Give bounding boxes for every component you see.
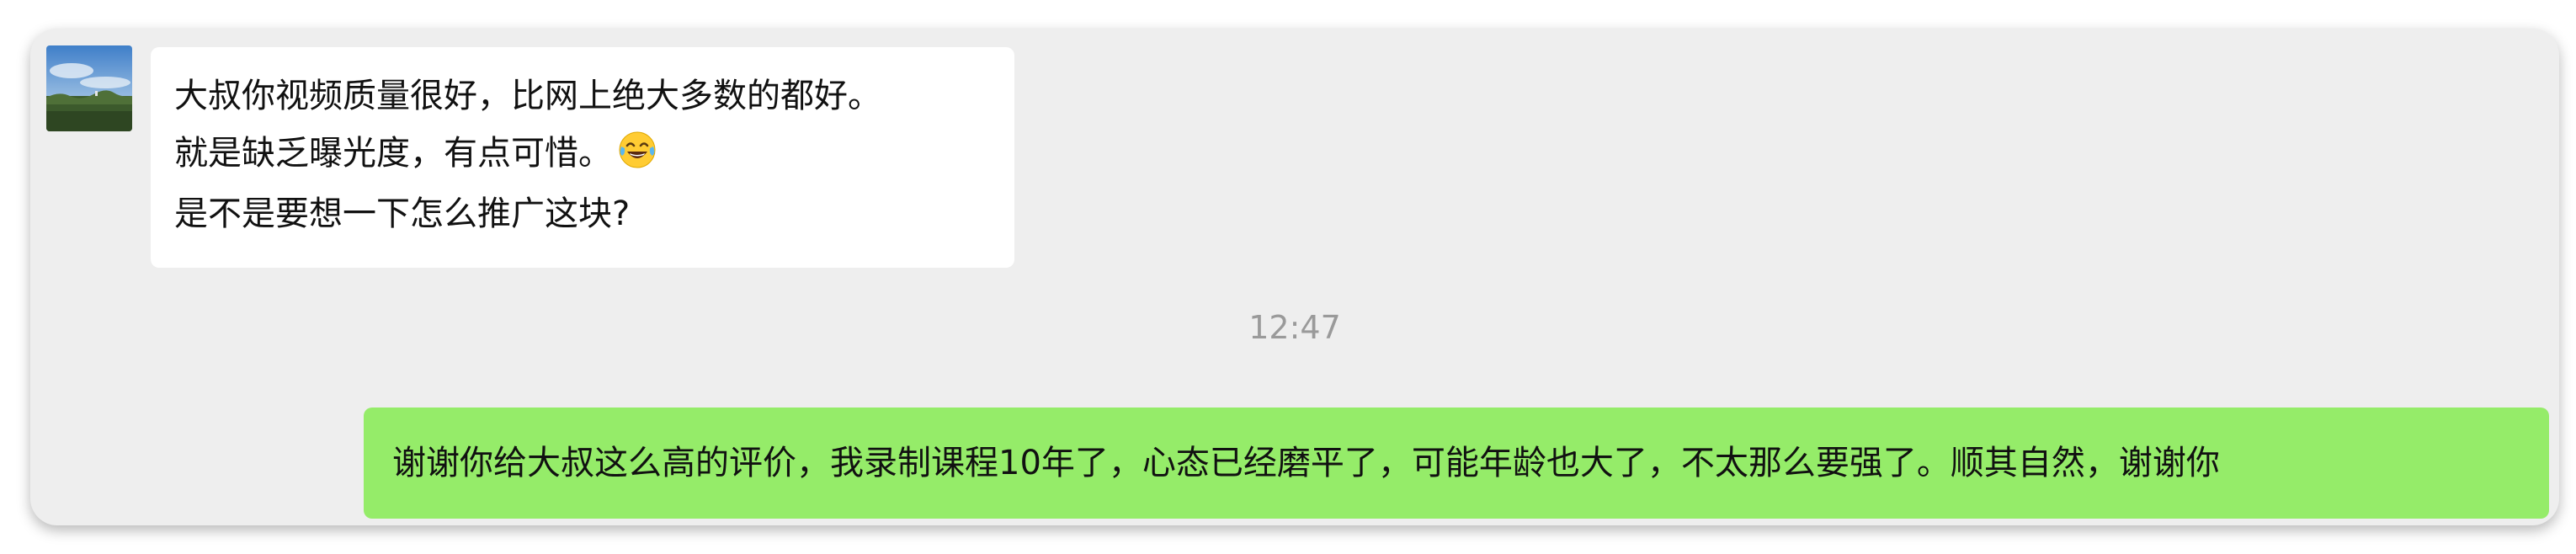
chat-window: 大叔你视频质量很好，比网上绝大多数的都好。 就是缺乏曝光度，有点可惜。 是不是要… (30, 29, 2559, 525)
message-line-2-text: 就是缺乏曝光度，有点可惜。 (174, 134, 612, 173)
incoming-message-bubble[interactable]: 大叔你视频质量很好，比网上绝大多数的都好。 就是缺乏曝光度，有点可惜。 是不是要… (151, 47, 1014, 268)
tears-of-joy-emoji-icon (617, 130, 657, 170)
avatar[interactable] (46, 45, 132, 131)
avatar-landscape-image (46, 45, 132, 131)
timestamp: 12:47 (1248, 309, 1341, 346)
outgoing-message-bubble[interactable]: 谢谢你给大叔这么高的评价，我录制课程10年了，心态已经磨平了，可能年龄也大了，不… (364, 408, 2549, 519)
bubble-tail (2547, 445, 2549, 468)
outgoing-message-text: 谢谢你给大叔这么高的评价，我录制课程10年了，心态已经磨平了，可能年龄也大了，不… (392, 444, 2220, 482)
message-line-2: 就是缺乏曝光度，有点可惜。 (174, 125, 991, 182)
message-line-1: 大叔你视频质量很好，比网上绝大多数的都好。 (174, 77, 881, 115)
message-line-3: 是不是要想一下怎么推广这块? (174, 194, 631, 233)
